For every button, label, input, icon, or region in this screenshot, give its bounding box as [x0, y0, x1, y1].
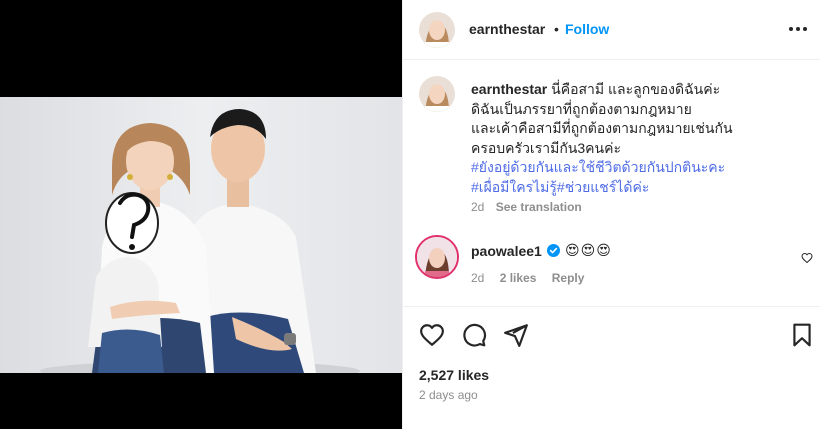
see-translation-link[interactable]: See translation: [496, 200, 582, 214]
avatar[interactable]: [419, 12, 455, 48]
comment-bubble-icon[interactable]: [461, 322, 487, 348]
post-details-panel: earnthestar • Follow earnthestar นี่คือส…: [402, 0, 820, 429]
post-actions-bar: [403, 306, 820, 366]
share-send-icon[interactable]: [503, 322, 529, 348]
comment-meta: 2d 2 likes Reply: [471, 271, 596, 285]
post-photo[interactable]: [0, 97, 402, 373]
post-caption: earnthestar นี่คือสามี และลูกของดิฉันค่ะ…: [471, 80, 791, 198]
caption-text-line2: ดิฉันเป็นภรรยาที่ถูกต้องตามกฎหมาย: [471, 100, 692, 117]
follow-button[interactable]: Follow: [565, 21, 609, 37]
comment-username[interactable]: paowalee1: [471, 243, 542, 259]
reply-button[interactable]: Reply: [552, 271, 585, 285]
separator-dot: •: [554, 21, 559, 37]
caption-avatar[interactable]: [419, 76, 455, 112]
comment-text: 😍😍😍: [565, 242, 612, 258]
verified-badge-icon: [547, 244, 560, 257]
caption-meta: 2d See translation: [471, 200, 582, 214]
comment-likes-link[interactable]: 2 likes: [500, 271, 537, 285]
post-timestamp: 2 days ago: [419, 388, 478, 402]
caption-username[interactable]: earnthestar: [471, 81, 547, 97]
hashtag-link[interactable]: #เผื่อมีใครไม่รู้: [471, 179, 557, 195]
comment-like-heart-icon[interactable]: [801, 251, 813, 264]
post-media[interactable]: [0, 0, 402, 429]
caption-time: 2d: [471, 200, 485, 214]
like-count[interactable]: 2,527 likes: [419, 367, 489, 383]
hashtag-link[interactable]: #ยังอยู่ด้วยกันและใช้ชีวิตด้วยกันปกตินะค…: [471, 158, 791, 178]
like-heart-icon[interactable]: [419, 322, 445, 348]
save-bookmark-icon[interactable]: [789, 322, 815, 348]
caption-text-line4: ครอบครัวเรามีกัน3คนค่ะ: [471, 139, 621, 156]
username[interactable]: earnthestar: [469, 21, 545, 37]
more-options-icon[interactable]: [788, 20, 808, 38]
comment-time: 2d: [471, 271, 485, 285]
family-photo-illustration: [40, 109, 360, 373]
caption-text-line3: และเค้าคือสามีที่ถูกต้องตามกฎหมายเช่นกัน: [471, 120, 733, 137]
post-header: earnthestar • Follow: [403, 0, 820, 60]
comment-avatar[interactable]: [415, 235, 459, 279]
caption-text-line1: นี่คือสามี และลูกของดิฉันค่ะ: [551, 81, 721, 97]
hashtag-link[interactable]: #ช่วยแชร์ได้ค่ะ: [557, 179, 649, 195]
